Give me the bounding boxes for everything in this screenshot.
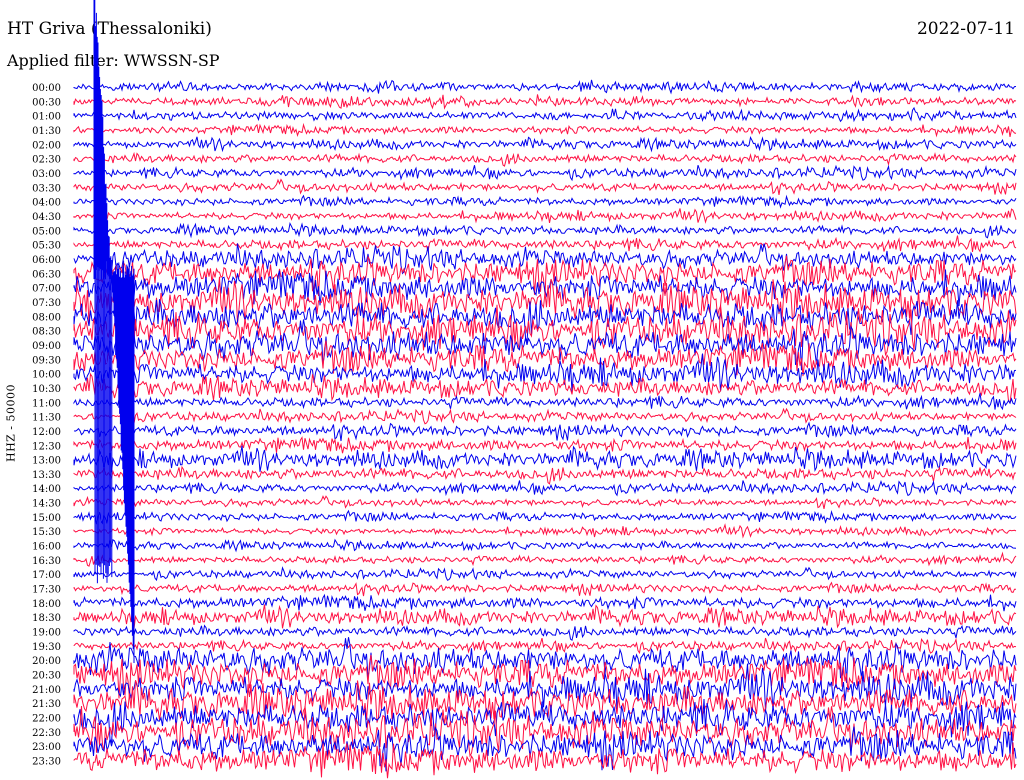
trace-line: [73, 407, 1017, 425]
hour-tick-label: 04:30: [32, 212, 61, 223]
hour-tick-label: 12:30: [32, 441, 61, 452]
hour-tick-label: 09:00: [32, 341, 61, 352]
hour-tick-label: 02:00: [32, 140, 61, 151]
hour-tick-label: 15:00: [32, 513, 61, 524]
trace-line: [73, 465, 1017, 485]
helicorder-plot: 00:00 00:30 01:00 01:30 02:00 02:30 03:00 03:30…: [32, 0, 1017, 779]
hour-tick-labels: 00:00 00:30 01:00 01:30 02:00 02:30 03:00 03:30…: [32, 83, 61, 768]
trace-line: [73, 393, 1017, 411]
hour-tick-label: 17:30: [32, 585, 61, 596]
hour-tick-label: 22:00: [32, 714, 61, 725]
hour-tick-label: 00:00: [32, 83, 61, 94]
trace-line: [73, 222, 1017, 239]
hour-tick-label: 13:00: [32, 456, 61, 467]
hour-tick-label: 03:00: [32, 169, 61, 180]
trace-line: [73, 151, 1017, 167]
event-coda-trace: [94, 260, 113, 584]
hour-tick-label: 11:00: [32, 398, 61, 409]
trace-line: [73, 136, 1017, 153]
trace-line: [73, 566, 1017, 582]
trace-line: [73, 581, 1016, 597]
trace-line: [73, 243, 1017, 275]
hour-tick-label: 17:00: [32, 570, 61, 581]
hour-tick-label: 14:30: [32, 499, 61, 510]
hour-tick-label: 23:00: [32, 742, 61, 753]
trace-line: [73, 164, 1017, 182]
hour-tick-label: 05:00: [32, 226, 61, 237]
trace-line: [73, 479, 1017, 497]
trace-line: [73, 94, 1017, 110]
trace-line: [73, 194, 1017, 209]
trace-line: [73, 551, 1017, 567]
trace-line: [73, 509, 1017, 525]
trace-line: [73, 604, 1017, 629]
trace-line: [73, 637, 1017, 655]
hour-tick-label: 19:00: [32, 628, 61, 639]
hour-tick-label: 15:30: [32, 527, 61, 538]
hour-tick-label: 18:00: [32, 599, 61, 610]
hour-tick-label: 02:30: [32, 155, 61, 166]
trace-line: [73, 624, 1017, 642]
trace-line: [73, 538, 1017, 553]
hour-tick-label: 10:30: [32, 384, 61, 395]
hour-tick-label: 04:00: [32, 198, 61, 209]
hour-tick-label: 23:30: [32, 757, 61, 768]
hour-tick-label: 13:30: [32, 470, 61, 481]
trace-line: [73, 79, 1017, 95]
hour-tick-label: 14:00: [32, 484, 61, 495]
hour-tick-label: 20:00: [32, 656, 61, 667]
hour-tick-label: 07:00: [32, 284, 61, 295]
trace-line: [73, 523, 1017, 539]
hour-tick-label: 00:30: [32, 97, 61, 108]
hour-tick-label: 16:30: [32, 556, 61, 567]
hour-tick-label: 03:30: [32, 183, 61, 194]
hour-tick-label: 11:30: [32, 413, 61, 424]
trace-line: [73, 208, 1017, 224]
hour-tick-label: 01:00: [32, 112, 61, 123]
hour-tick-label: 12:00: [32, 427, 61, 438]
hour-tick-label: 18:30: [32, 613, 61, 624]
trace-line: [73, 106, 1017, 123]
hour-tick-label: 21:30: [32, 699, 61, 710]
trace-line: [73, 593, 1017, 612]
hour-tick-label: 06:00: [32, 255, 61, 266]
hour-tick-label: 01:30: [32, 126, 61, 137]
trace-line: [73, 235, 1017, 253]
hour-tick-label: 22:30: [32, 728, 61, 739]
hour-tick-label: 07:30: [32, 298, 61, 309]
trace-line: [73, 178, 1017, 195]
trace-line: [73, 122, 1017, 138]
hour-tick-label: 16:00: [32, 542, 61, 553]
trace-line: [73, 445, 1017, 473]
hour-tick-label: 10:00: [32, 370, 61, 381]
seismic-traces: [73, 79, 1017, 779]
trace-line: [73, 421, 1017, 442]
hour-tick-label: 09:30: [32, 355, 61, 366]
hour-tick-label: 19:30: [32, 642, 61, 653]
trace-line: [73, 436, 1017, 454]
hour-tick-label: 20:30: [32, 671, 61, 682]
hour-tick-label: 05:30: [32, 241, 61, 252]
trace-line: [73, 495, 1017, 510]
hour-tick-label: 08:30: [32, 327, 61, 338]
hour-tick-label: 21:00: [32, 685, 61, 696]
hour-tick-label: 06:30: [32, 269, 61, 280]
hour-tick-label: 08:00: [32, 312, 61, 323]
